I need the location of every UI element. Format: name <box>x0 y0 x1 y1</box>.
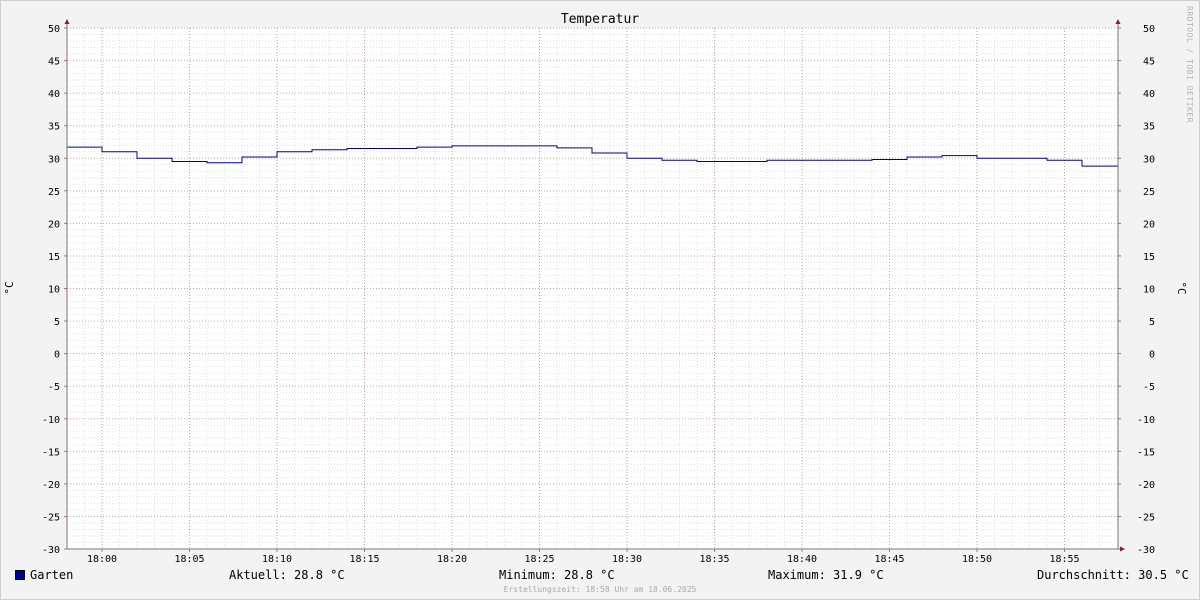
y-tick-label-left: 25 <box>48 187 60 198</box>
y-axis-label-left: °C <box>3 281 16 294</box>
y-axis-left-ticks: 50454035302520151050-5-10-15-20-25-30 <box>42 24 67 556</box>
y-tick-label-right: -5 <box>1143 382 1155 393</box>
y-tick-label-left: 0 <box>54 350 60 361</box>
chart-title: Temperatur <box>561 12 639 27</box>
x-tick-label: 18:55 <box>1049 554 1079 565</box>
y-tick-label-left: -30 <box>42 545 60 556</box>
rrdtool-watermark: RRDTOOL / TOBI OETIKER <box>1185 6 1194 123</box>
y-axis-arrow-right-icon <box>1115 19 1121 24</box>
y-tick-label-left: 5 <box>54 317 60 328</box>
y-tick-label-right: 20 <box>1143 219 1155 230</box>
y-tick-label-left: 15 <box>48 252 60 263</box>
x-tick-label: 18:00 <box>87 554 117 565</box>
y-tick-label-right: -25 <box>1137 512 1155 523</box>
y-tick-label-left: -10 <box>42 415 60 426</box>
x-tick-label: 18:20 <box>437 554 467 565</box>
stat-average: Durchschnitt: 30.5 °C <box>1037 568 1189 582</box>
y-tick-label-left: -25 <box>42 512 60 523</box>
x-axis-arrow-icon <box>1120 546 1125 552</box>
y-tick-label-left: 45 <box>48 57 60 68</box>
x-tick-label: 18:45 <box>874 554 904 565</box>
temperature-chart: Temperatur 50454035302520151050-5-10-15-… <box>3 12 1188 565</box>
x-tick-label: 18:25 <box>524 554 554 565</box>
y-tick-label-right: 40 <box>1143 89 1155 100</box>
y-tick-label-left: 10 <box>48 285 60 296</box>
y-tick-label-left: 35 <box>48 122 60 133</box>
x-tick-label: 18:30 <box>612 554 642 565</box>
creation-time-footer: Erstellungszeit: 18:58 Uhr am 18.06.2025 <box>503 585 697 594</box>
y-tick-label-right: 35 <box>1143 122 1155 133</box>
y-tick-label-right: 0 <box>1149 350 1155 361</box>
y-tick-label-right: -10 <box>1137 415 1155 426</box>
y-tick-label-right: -30 <box>1137 545 1155 556</box>
y-tick-label-left: 40 <box>48 89 60 100</box>
y-tick-label-left: 50 <box>48 24 60 35</box>
legend: Garten Aktuell: 28.8 °C Minimum: 28.8 °C… <box>0 568 1200 584</box>
y-tick-label-left: 30 <box>48 154 60 165</box>
y-tick-label-right: 50 <box>1143 24 1155 35</box>
stat-current: Aktuell: 28.8 °C <box>229 568 345 582</box>
legend-label-garten: Garten <box>30 568 74 582</box>
y-tick-label-right: 5 <box>1149 317 1155 328</box>
y-tick-label-left: 20 <box>48 219 60 230</box>
stat-maximum: Maximum: 31.9 °C <box>768 568 884 582</box>
y-tick-label-right: -20 <box>1137 480 1155 491</box>
y-tick-label-right: 10 <box>1143 285 1155 296</box>
y-tick-label-left: -20 <box>42 480 60 491</box>
x-axis-ticks: 18:00 18:05 18:10 18:15 18:20 18:25 18:30 18:35… <box>87 549 1080 565</box>
y-tick-label-left: -5 <box>48 382 60 393</box>
y-axis-arrow-left-icon <box>64 19 70 24</box>
x-tick-label: 18:50 <box>962 554 992 565</box>
legend-swatch-garten <box>15 570 25 580</box>
y-axis-right-ticks: 50454035302520151050-5-10-15-20-25-30 <box>1118 24 1155 556</box>
y-tick-label-right: 25 <box>1143 187 1155 198</box>
y-tick-label-right: -15 <box>1137 447 1155 458</box>
x-tick-label: 18:10 <box>262 554 292 565</box>
x-tick-label: 18:05 <box>174 554 204 565</box>
y-axis-label-right: °C <box>1175 281 1188 294</box>
y-tick-label-right: 30 <box>1143 154 1155 165</box>
stat-minimum: Minimum: 28.8 °C <box>499 568 615 582</box>
x-tick-label: 18:40 <box>787 554 817 565</box>
x-tick-label: 18:35 <box>699 554 729 565</box>
y-tick-label-right: 45 <box>1143 57 1155 68</box>
y-tick-label-left: -15 <box>42 447 60 458</box>
x-tick-label: 18:15 <box>349 554 379 565</box>
y-tick-label-right: 15 <box>1143 252 1155 263</box>
